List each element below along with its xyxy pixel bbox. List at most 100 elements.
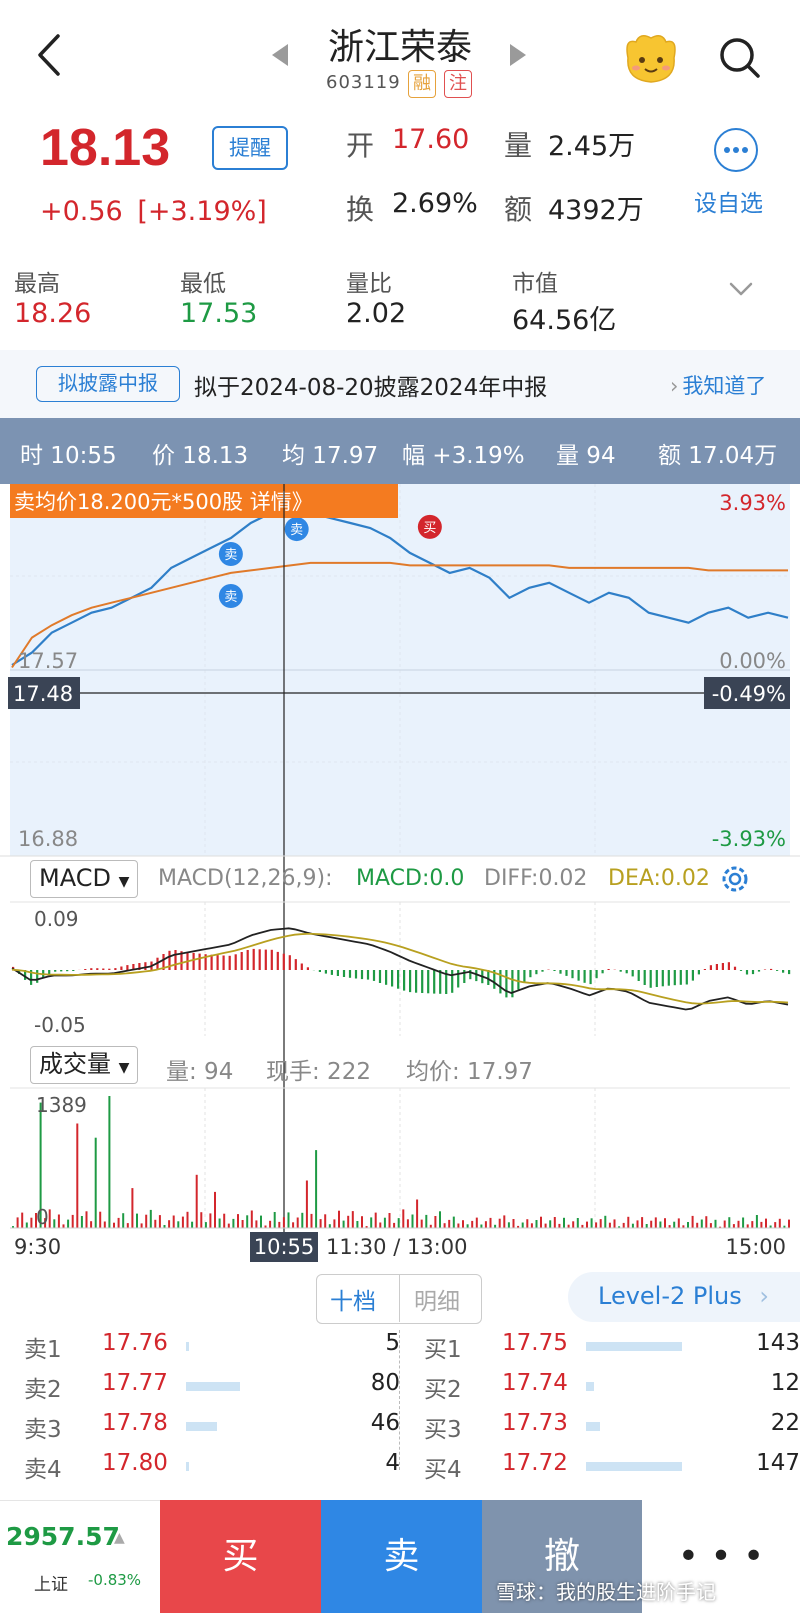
- amount-value: 4392万: [548, 195, 644, 226]
- volume-bar: [76, 1123, 79, 1228]
- volume-bar: [48, 1209, 51, 1228]
- volume-bar: [604, 1215, 607, 1228]
- add-watchlist-button[interactable]: 设自选: [694, 184, 763, 218]
- macd-bar: [577, 970, 580, 981]
- volume-grid: [204, 1088, 596, 1228]
- volume-bar: [636, 1220, 639, 1228]
- volume-bar: [223, 1213, 226, 1228]
- search-icon[interactable]: [716, 34, 762, 80]
- volume-bar: [696, 1222, 699, 1228]
- volume-bar: [393, 1222, 396, 1228]
- trade-marker-label: 卖: [290, 523, 303, 538]
- volume-bar: [498, 1218, 501, 1228]
- chevron-down-icon[interactable]: [728, 276, 754, 302]
- sell-level-bar: [186, 1342, 189, 1351]
- volume-bar: [80, 1216, 83, 1228]
- macd-bar: [782, 970, 785, 973]
- macd-bar: [264, 949, 267, 970]
- sell-level-bar: [186, 1422, 217, 1431]
- level2-label: Level-2 Plus: [598, 1282, 742, 1310]
- volume-bar: [315, 1150, 318, 1228]
- macd-bar: [72, 970, 75, 971]
- chevron-right-icon: ›: [670, 374, 679, 398]
- macd-bar: [354, 970, 358, 979]
- buy-button[interactable]: 买: [160, 1500, 321, 1613]
- sell-button[interactable]: 卖: [321, 1500, 482, 1613]
- volume-bar: [700, 1219, 703, 1228]
- stat-volratio-label: 量比: [346, 271, 392, 297]
- volume-bar: [85, 1211, 88, 1228]
- volume-bar: [273, 1212, 276, 1228]
- volume-bar: [448, 1219, 451, 1228]
- buy-level-price: 17.73: [502, 1410, 568, 1436]
- volume-bar: [709, 1223, 712, 1228]
- sell-level-label: 卖2: [24, 1377, 62, 1403]
- level2-plus-button[interactable]: Level-2 Plus ›: [568, 1272, 800, 1322]
- remind-button[interactable]: 提醒: [212, 126, 288, 170]
- volume-bar: [214, 1191, 216, 1228]
- volume-bar: [218, 1218, 221, 1228]
- change-amount: +0.56: [40, 196, 123, 227]
- volume-bar: [103, 1221, 106, 1228]
- index-value[interactable]: 2957.57: [6, 1522, 120, 1551]
- index-change: -0.83%: [88, 1571, 142, 1589]
- macd-bar: [270, 949, 273, 970]
- buy-level-volume: 147: [756, 1450, 800, 1476]
- next-stock-icon[interactable]: [510, 44, 526, 66]
- macd-bar: [222, 955, 225, 970]
- volume-bar: [535, 1220, 538, 1228]
- macd-bar: [601, 970, 604, 974]
- volume-bar: [370, 1217, 373, 1228]
- macd-bar: [541, 970, 544, 972]
- macd-bar: [565, 970, 568, 976]
- volume-bar: [94, 1137, 97, 1228]
- sell-level-price: 17.77: [102, 1370, 168, 1396]
- macd-bar: [36, 970, 39, 983]
- macd-bar: [318, 970, 321, 972]
- volume-bar: [181, 1216, 184, 1228]
- sell-level-label: 卖3: [24, 1417, 62, 1443]
- volume-bar: [406, 1219, 409, 1228]
- tab-detail[interactable]: 明细: [414, 1282, 460, 1316]
- macd-top-label: 0.09: [34, 907, 79, 931]
- volume-bar: [760, 1221, 763, 1228]
- macd-selector[interactable]: MACD ▼: [30, 860, 139, 898]
- price-pct-zero: 0.00%: [719, 649, 786, 673]
- volume-bar: [521, 1222, 524, 1228]
- volume-bar: [113, 1222, 115, 1228]
- margin-tag: 融: [408, 70, 436, 98]
- macd-bar: [457, 970, 460, 988]
- macd-bar: [679, 970, 682, 985]
- more-options-icon[interactable]: [714, 128, 758, 172]
- volume-bar: [627, 1216, 630, 1228]
- macd-bar: [776, 970, 779, 971]
- macd-bar: [631, 970, 634, 977]
- volume-bar: [425, 1214, 428, 1228]
- tab-ten-levels[interactable]: 十档: [330, 1282, 376, 1316]
- volume-bar: [586, 1221, 588, 1228]
- volume-current: 量: 94: [166, 1059, 234, 1085]
- macd-value: MACD:0.0: [356, 866, 465, 891]
- settings-gear-icon[interactable]: [718, 862, 752, 896]
- trade-banner-text[interactable]: 卖均价18.200元*500股 详情》: [14, 490, 313, 514]
- volume-bar: [282, 1217, 285, 1228]
- sell-level-bar: [186, 1462, 189, 1471]
- volume-bar: [452, 1216, 455, 1228]
- volume-bar: [480, 1224, 483, 1228]
- mascot-icon[interactable]: [620, 28, 682, 86]
- macd-bar: [108, 968, 111, 970]
- volume-bar: [416, 1199, 419, 1228]
- macd-bar: [643, 970, 646, 985]
- notice-tag: 拟披露中报: [36, 366, 180, 402]
- volume-bottom-label: 0: [36, 1205, 49, 1229]
- turnover-value: 2.69%: [392, 188, 478, 219]
- sell-level-price: 17.80: [102, 1450, 168, 1476]
- macd-bar: [451, 970, 454, 993]
- sell-level-volume: 5: [385, 1330, 400, 1356]
- volume-bar: [16, 1217, 19, 1228]
- volume-bar: [136, 1213, 138, 1228]
- volume-selector[interactable]: 成交量 ▼: [30, 1046, 139, 1084]
- volume-bar: [30, 1217, 33, 1228]
- notice-ack-button[interactable]: › 我知道了: [670, 370, 766, 400]
- macd-bar: [330, 970, 333, 975]
